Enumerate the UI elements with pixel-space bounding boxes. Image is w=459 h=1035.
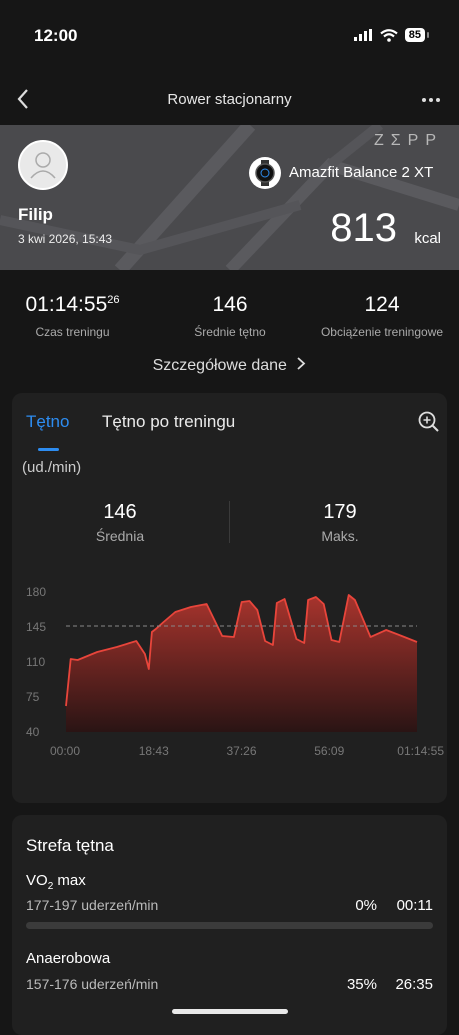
device-name: Amazfit Balance 2 XT [289,164,434,181]
details-link-label: Szczegółowe dane [152,357,287,374]
details-link[interactable]: Szczegółowe dane [0,357,459,375]
y-tick-label: 75 [26,690,40,704]
status-time: 12:00 [34,26,78,45]
zone-name: Anaerobowa [26,950,111,967]
active-tab-indicator [38,448,59,451]
zone-percent: 0% [355,897,377,914]
chevron-right-icon [297,357,306,370]
more-options-icon[interactable] [421,86,441,109]
hr-max-value: 179 [323,501,357,523]
x-tick-label: 18:43 [139,744,169,758]
zone-time: 00:11 [396,897,433,914]
hr-avg-value: 146 [103,501,137,523]
wifi-icon [380,28,398,42]
zone-time: 26:35 [395,976,433,993]
avg-hr-label: Średnie tętno [194,325,266,339]
zoom-in-icon[interactable] [418,411,440,438]
watch-icon [249,157,281,189]
x-tick-label: 37:26 [226,744,256,758]
page-title: Rower stacjonarny [167,91,292,108]
duration-label: Czas treningu [35,325,110,339]
battery-level: 85 [404,28,425,42]
home-indicator[interactable] [172,1009,288,1014]
x-tick-label: 01:14:55 [397,744,444,758]
hr-avg-label: Średnia [95,528,145,544]
zone-percent: 35% [346,976,377,993]
hr-area-fill [66,595,417,732]
training-load-label: Obciążenie treningowe [320,325,444,339]
zone-range: 157-176 uderzeń/min [26,976,159,992]
user-name: Filip [18,205,53,224]
y-tick-label: 40 [26,725,40,739]
duration-value: 01:14:5526 [25,293,120,316]
brand-logo: ZΣPP [373,132,443,149]
training-load-value: 124 [364,293,400,316]
y-tick-label: 145 [26,620,46,634]
calories-value: 813 [330,206,397,250]
avatar[interactable] [18,140,68,190]
hr-zones-title: Strefa tętna [26,836,114,855]
y-tick-label: 110 [26,655,45,669]
x-tick-label: 56:09 [314,744,344,758]
y-tick-label: 180 [26,585,46,599]
hr-unit-label: (ud./min) [22,459,82,476]
calories-unit: kcal [414,230,441,247]
battery-icon [427,32,429,38]
status-icons: 85 [353,28,429,42]
signal-icon [353,29,372,41]
stat-training-load: 124 Obciążenie treningowe [308,293,456,339]
hr-max-label: Maks. [321,528,359,544]
workout-date: 3 kwi 2026, 15:43 [18,232,113,246]
tab-post-workout-hr[interactable]: Tętno po treningu [102,412,235,432]
x-tick-label: 00:00 [50,744,80,758]
zone-range: 177-197 uderzeń/min [26,897,159,913]
heart-rate-chart[interactable]: 180 145 110 75 40 00:00 18:43 37:26 56:09 01:14:5… [12,580,447,765]
avg-hr-value: 146 [212,293,248,316]
stat-avg-hr: 146 Średnie tętno [165,293,295,339]
duration-fraction: 26 [107,294,120,306]
stat-duration: 01:14:5526 Czas treningu [10,293,135,339]
zone-progress-bar [26,922,433,929]
tab-heart-rate[interactable]: Tętno [26,412,69,432]
zone-name: VO2 max [26,872,86,892]
